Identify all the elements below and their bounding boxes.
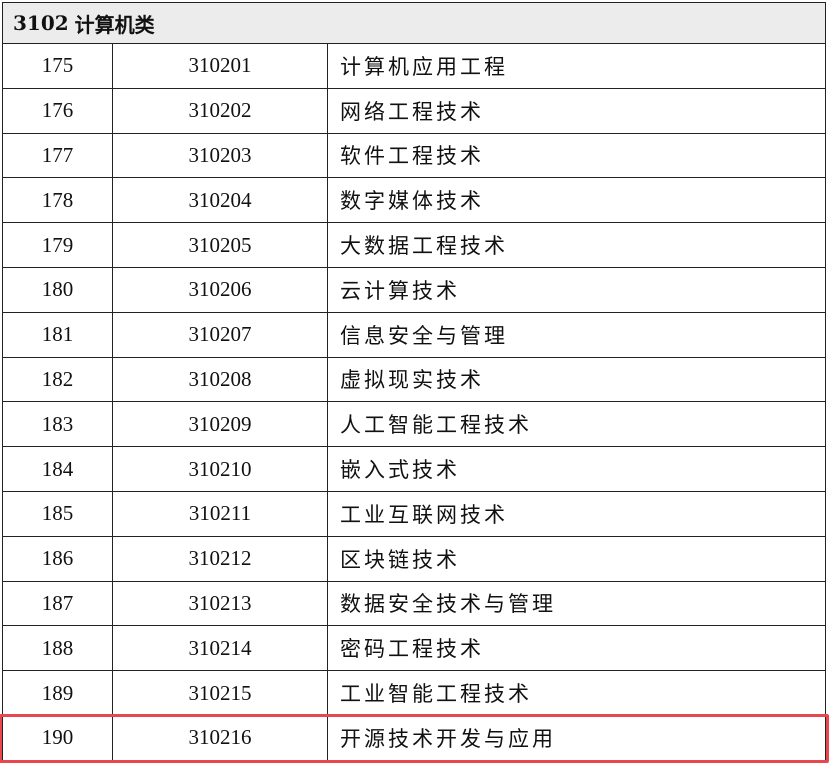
row-major-code: 310206 bbox=[113, 267, 328, 312]
row-major-name: 工业智能工程技术 bbox=[340, 682, 532, 707]
row-sequence-number: 177 bbox=[3, 133, 113, 178]
row-sequence-number: 188 bbox=[3, 626, 113, 671]
row-major-code: 310204 bbox=[113, 178, 328, 223]
table-row: 183 310209 人工智能工程技术 bbox=[2, 402, 826, 448]
row-major-code: 310201 bbox=[113, 44, 328, 88]
major-catalog-table: 3102 计算机类 175 310201 计算机应用工程 176 310202 网络工程技… bbox=[0, 2, 829, 763]
row-major-name: 数字媒体技术 bbox=[340, 189, 484, 214]
row-major-name: 数据安全技术与管理 bbox=[340, 592, 556, 617]
row-major-name: 软件工程技术 bbox=[340, 144, 484, 169]
row-major-code: 310202 bbox=[113, 88, 328, 133]
row-major-code: 310215 bbox=[113, 671, 328, 715]
row-sequence-number: 175 bbox=[3, 44, 113, 88]
table-row: 181 310207 信息安全与管理 bbox=[2, 312, 826, 358]
table-row: 177 310203 软件工程技术 bbox=[2, 133, 826, 179]
category-code: 3102 bbox=[13, 11, 69, 35]
row-sequence-number: 190 bbox=[3, 715, 113, 760]
category-name: 计算机类 bbox=[74, 12, 155, 37]
table-row: 186 310212 区块链技术 bbox=[2, 536, 826, 582]
table-row: 175 310201 计算机应用工程 bbox=[2, 44, 826, 89]
row-major-code: 310210 bbox=[113, 447, 328, 491]
table-row: 189 310215 工业智能工程技术 bbox=[2, 671, 826, 716]
row-major-code: 310216 bbox=[113, 715, 328, 760]
row-major-code: 310209 bbox=[113, 402, 328, 447]
row-major-name: 大数据工程技术 bbox=[340, 234, 508, 259]
row-major-name: 信息安全与管理 bbox=[340, 323, 508, 348]
row-major-name: 虚拟现实技术 bbox=[340, 368, 484, 393]
row-sequence-number: 186 bbox=[3, 536, 113, 581]
row-major-code: 310207 bbox=[113, 312, 328, 357]
row-major-code: 310214 bbox=[113, 626, 328, 671]
row-major-code: 310213 bbox=[113, 581, 328, 626]
row-sequence-number: 189 bbox=[3, 671, 113, 715]
row-major-code: 310203 bbox=[113, 133, 328, 178]
row-sequence-number: 187 bbox=[3, 581, 113, 626]
table-row: 178 310204 数字媒体技术 bbox=[2, 178, 826, 224]
table-row: 188 310214 密码工程技术 bbox=[2, 626, 826, 672]
row-sequence-number: 179 bbox=[3, 223, 113, 267]
row-major-name: 开源技术开发与应用 bbox=[340, 726, 556, 751]
row-major-name: 网络工程技术 bbox=[340, 99, 484, 124]
row-major-name: 云计算技术 bbox=[340, 278, 460, 303]
table-row: 185 310211 工业互联网技术 bbox=[2, 491, 826, 537]
table-row: 184 310210 嵌入式技术 bbox=[2, 447, 826, 492]
table-row: 176 310202 网络工程技术 bbox=[2, 88, 826, 134]
row-major-code: 310205 bbox=[113, 223, 328, 267]
row-major-name: 嵌入式技术 bbox=[340, 458, 460, 483]
row-sequence-number: 178 bbox=[3, 178, 113, 223]
row-major-name: 密码工程技术 bbox=[340, 637, 484, 662]
row-sequence-number: 184 bbox=[3, 447, 113, 491]
table-row: 182 310208 虚拟现实技术 bbox=[2, 357, 826, 403]
row-major-code: 310211 bbox=[113, 491, 328, 536]
table-row: 180 310206 云计算技术 bbox=[2, 267, 826, 313]
row-major-name: 人工智能工程技术 bbox=[340, 413, 532, 438]
row-sequence-number: 181 bbox=[3, 312, 113, 357]
row-sequence-number: 183 bbox=[3, 402, 113, 447]
row-sequence-number: 180 bbox=[3, 267, 113, 312]
row-sequence-number: 176 bbox=[3, 88, 113, 133]
category-header: 3102 计算机类 bbox=[2, 2, 826, 44]
table-row: 187 310213 数据安全技术与管理 bbox=[2, 581, 826, 627]
row-sequence-number: 185 bbox=[3, 491, 113, 536]
row-major-name: 工业互联网技术 bbox=[340, 502, 508, 527]
row-major-code: 310208 bbox=[113, 357, 328, 402]
table-body: 175 310201 计算机应用工程 176 310202 网络工程技术 177 310203… bbox=[0, 44, 829, 763]
row-sequence-number: 182 bbox=[3, 357, 113, 402]
row-major-code: 310212 bbox=[113, 536, 328, 581]
row-major-name: 计算机应用工程 bbox=[340, 54, 508, 79]
table-row-highlighted: 190 310216 开源技术开发与应用 bbox=[0, 713, 829, 763]
table-row: 179 310205 大数据工程技术 bbox=[2, 223, 826, 268]
row-major-name: 区块链技术 bbox=[340, 547, 460, 572]
